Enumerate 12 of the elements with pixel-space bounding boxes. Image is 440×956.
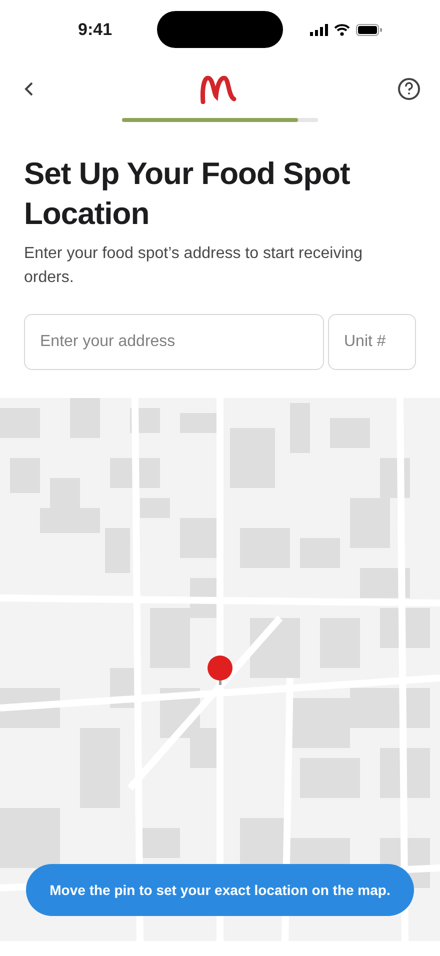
battery-icon (356, 24, 382, 36)
signal-icon (310, 24, 328, 36)
help-icon[interactable] (398, 78, 420, 100)
page-title: Set Up Your Food Spot Location (23, 155, 351, 233)
unit-field[interactable]: Unit # (328, 314, 416, 370)
map-pin-icon[interactable] (206, 655, 234, 685)
wifi-icon (334, 24, 350, 36)
status-time: 9:41 (78, 19, 112, 42)
page-subtitle: Enter your food spot’s address to start receiving orders. (23, 244, 364, 288)
address-field[interactable]: Enter your address (24, 314, 324, 370)
hint-text: Move the pin to set your exact location on the map. (50, 880, 390, 900)
logo-icon (199, 74, 237, 104)
